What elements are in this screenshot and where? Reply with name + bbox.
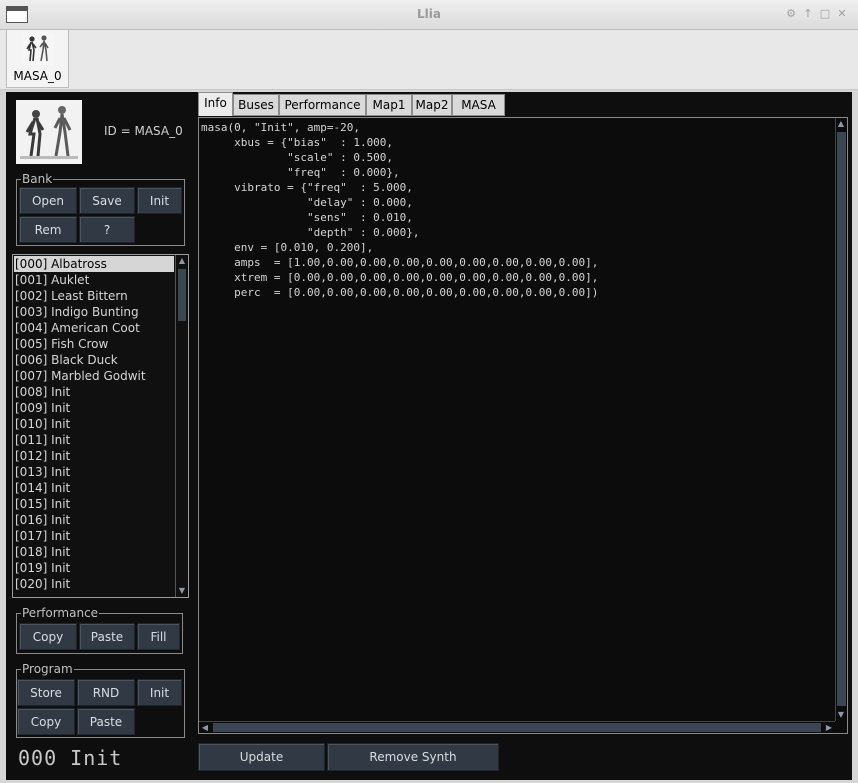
- program-list-item[interactable]: [020] Init: [14, 576, 174, 592]
- scroll-up-icon[interactable]: ▲: [836, 118, 846, 130]
- bank-help-button[interactable]: ?: [79, 216, 135, 243]
- performance-paste-button[interactable]: Paste: [79, 623, 135, 650]
- synth-tab-label: MASA_0: [13, 69, 62, 83]
- tab-performance[interactable]: Performance: [279, 94, 366, 116]
- program-init-button[interactable]: Init: [137, 679, 182, 706]
- program-list[interactable]: [000] Albatross [001] Auklet [002] Least B…: [12, 254, 189, 598]
- gear-icon[interactable]: ⚙: [784, 7, 798, 21]
- update-button[interactable]: Update: [198, 743, 325, 771]
- tab-info[interactable]: Info: [198, 92, 233, 116]
- program-list-item[interactable]: [005] Fish Crow: [14, 336, 174, 352]
- bank-init-button[interactable]: Init: [137, 187, 182, 214]
- program-list-scroll-thumb[interactable]: [178, 269, 186, 321]
- program-paste-button[interactable]: Paste: [77, 708, 135, 735]
- info-vertical-scrollbar[interactable]: ▲ ▼: [835, 118, 847, 721]
- window-titlebar: Llia ⚙ ↑ □ ✕: [0, 0, 858, 30]
- program-list-item[interactable]: [016] Init: [14, 512, 174, 528]
- program-list-item[interactable]: [003] Indigo Bunting: [14, 304, 174, 320]
- scroll-down-icon[interactable]: ▼: [177, 585, 187, 597]
- tab-buses[interactable]: Buses: [233, 94, 279, 116]
- tab-map1[interactable]: Map1: [366, 94, 412, 116]
- program-copy-button[interactable]: Copy: [17, 708, 75, 735]
- tab-map2[interactable]: Map2: [412, 94, 452, 116]
- bank-remove-button[interactable]: Rem: [19, 216, 77, 243]
- program-list-item[interactable]: [019] Init: [14, 560, 174, 576]
- up-icon[interactable]: ↑: [801, 7, 815, 21]
- info-horizontal-scroll-thumb[interactable]: [213, 723, 821, 732]
- bank-open-button[interactable]: Open: [19, 187, 77, 214]
- program-list-item[interactable]: [018] Init: [14, 544, 174, 560]
- scroll-up-icon[interactable]: ▲: [177, 255, 187, 267]
- program-store-button[interactable]: Store: [17, 679, 75, 706]
- program-list-item[interactable]: [013] Init: [14, 464, 174, 480]
- info-vertical-scroll-thumb[interactable]: [837, 132, 846, 706]
- synth-tab-strip: MASA_0: [0, 30, 858, 90]
- program-list-item[interactable]: [009] Init: [14, 400, 174, 416]
- program-list-item[interactable]: [008] Init: [14, 384, 174, 400]
- synth-portrait-image: [16, 100, 82, 164]
- program-list-item[interactable]: [000] Albatross: [14, 256, 174, 272]
- program-list-item[interactable]: [012] Init: [14, 448, 174, 464]
- program-list-item[interactable]: [002] Least Bittern: [14, 288, 174, 304]
- synth-thumbnail-icon: [22, 33, 54, 65]
- info-text-area[interactable]: masa(0, "Init", amp=-20, xbus = {"bias" …: [198, 117, 848, 734]
- program-list-item[interactable]: [014] Init: [14, 480, 174, 496]
- program-list-item[interactable]: [017] Init: [14, 528, 174, 544]
- current-program-display: 000 Init: [18, 746, 123, 770]
- performance-copy-button[interactable]: Copy: [19, 623, 77, 650]
- bank-save-button[interactable]: Save: [79, 187, 135, 214]
- scroll-left-icon[interactable]: ◀: [199, 722, 211, 734]
- info-text[interactable]: masa(0, "Init", amp=-20, xbus = {"bias" …: [201, 120, 598, 300]
- program-list-scrollbar[interactable]: ▲ ▼: [175, 255, 188, 597]
- close-icon[interactable]: ✕: [835, 7, 849, 21]
- program-list-item[interactable]: [007] Marbled Godwit: [14, 368, 174, 384]
- program-list-item[interactable]: [010] Init: [14, 416, 174, 432]
- program-random-button[interactable]: RND: [77, 679, 135, 706]
- info-horizontal-scrollbar[interactable]: ◀ ▶: [199, 721, 835, 733]
- synth-id-label: ID = MASA_0: [104, 124, 183, 138]
- maximize-icon[interactable]: □: [818, 7, 832, 21]
- remove-synth-button[interactable]: Remove Synth: [327, 743, 499, 771]
- program-list-item[interactable]: [015] Init: [14, 496, 174, 512]
- program-list-item[interactable]: [004] American Coot: [14, 320, 174, 336]
- performance-fill-button[interactable]: Fill: [137, 623, 180, 650]
- synth-editor: ID = MASA_0 Bank Open Save Init Rem ? [0…: [6, 92, 852, 780]
- scroll-right-icon[interactable]: ▶: [823, 722, 835, 734]
- bank-legend: Bank: [22, 172, 53, 186]
- scroll-down-icon[interactable]: ▼: [836, 709, 846, 721]
- program-list-item[interactable]: [001] Auklet: [14, 272, 174, 288]
- program-list-item[interactable]: [011] Init: [14, 432, 174, 448]
- performance-legend: Performance: [22, 606, 99, 620]
- synth-tab-masa[interactable]: MASA_0: [6, 30, 69, 88]
- window-title: Llia: [417, 7, 441, 21]
- tab-masa[interactable]: MASA: [452, 94, 505, 116]
- program-legend: Program: [22, 662, 73, 676]
- program-list-item[interactable]: [006] Black Duck: [14, 352, 174, 368]
